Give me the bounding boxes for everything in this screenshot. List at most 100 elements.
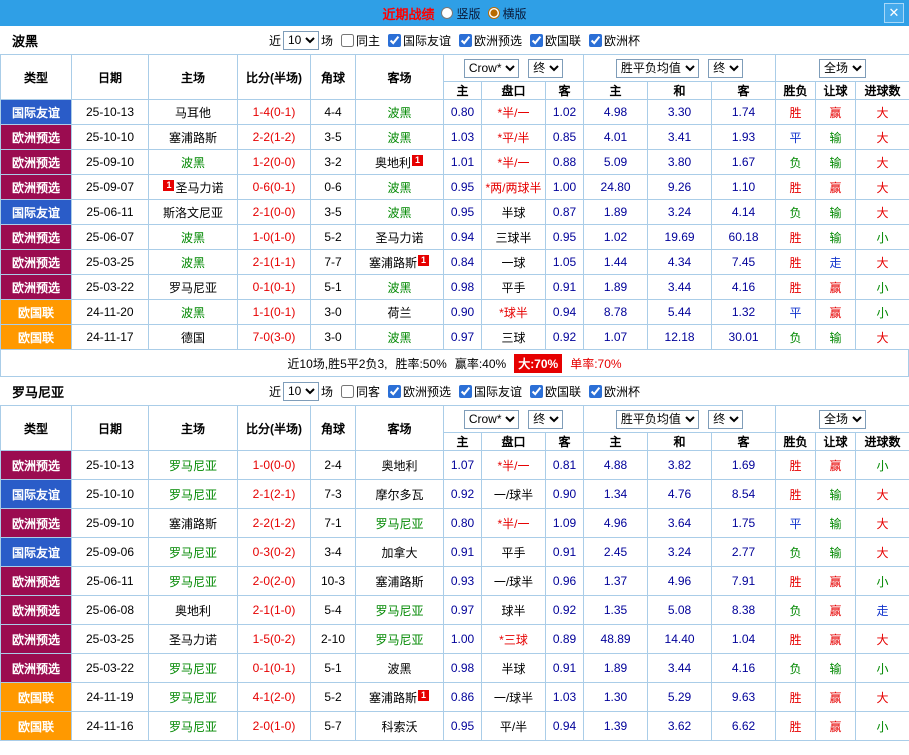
- avg-final-select[interactable]: 终: [708, 410, 743, 429]
- date-cell: 25-06-11: [72, 567, 149, 596]
- score-cell: 0-1(0-1): [238, 654, 311, 683]
- result-cell: 胜: [776, 175, 816, 200]
- comp-filter-3[interactable]: 欧国联: [530, 32, 581, 49]
- match-row: 欧洲预选25-03-25波黑2-1(1-1)7-7塞浦路斯10.84一球1.05…: [1, 250, 909, 275]
- odds-source-select[interactable]: Crow*: [464, 410, 519, 429]
- result-cell: 胜: [776, 625, 816, 654]
- comp-checkbox-2[interactable]: [459, 34, 472, 47]
- comp-filter-1[interactable]: 国际友谊: [388, 32, 451, 49]
- comp-checkbox-4[interactable]: [589, 385, 602, 398]
- handicap-cell: 平手: [482, 538, 546, 567]
- comp-checkbox-3[interactable]: [530, 34, 543, 47]
- team-title: 罗马尼亚: [12, 382, 64, 401]
- avg-away-cell: 6.62: [712, 712, 776, 741]
- fulltime-select[interactable]: 全场: [819, 59, 866, 78]
- handicap-result-cell: 输: [816, 538, 856, 567]
- corner-cell: 3-5: [311, 200, 356, 225]
- avg-draw-cell: 3.30: [648, 100, 712, 125]
- avg-draw-cell: 3.44: [648, 654, 712, 683]
- col-type: 类型: [1, 406, 72, 451]
- vertical-radio[interactable]: [441, 7, 453, 19]
- same-venue-filter[interactable]: 同主: [341, 32, 380, 49]
- home-team-cell: 罗马尼亚: [149, 480, 238, 509]
- close-button[interactable]: ✕: [884, 3, 904, 23]
- match-row: 欧国联24-11-17德国7-0(3-0)3-0波黑0.97三球0.921.07…: [1, 325, 909, 350]
- odds-source-select[interactable]: Crow*: [464, 59, 519, 78]
- goals-result-cell: 小: [856, 451, 909, 480]
- score-cell: 1-1(0-1): [238, 300, 311, 325]
- comp-checkbox-2[interactable]: [459, 385, 472, 398]
- date-cell: 24-11-19: [72, 683, 149, 712]
- away-odds-cell: 1.09: [546, 509, 584, 538]
- horizontal-radio[interactable]: [488, 7, 500, 19]
- avg-home-cell: 2.45: [584, 538, 648, 567]
- avg-odds-select[interactable]: 胜平负均值: [616, 59, 699, 78]
- date-cell: 25-06-11: [72, 200, 149, 225]
- avg-home-cell: 48.89: [584, 625, 648, 654]
- recent-count-select[interactable]: 10: [283, 31, 319, 50]
- home-odds-cell: 1.00: [444, 625, 482, 654]
- score-cell: 0-3(0-2): [238, 538, 311, 567]
- odds-final-select[interactable]: 终: [528, 410, 563, 429]
- competition-type-cell: 国际友谊: [1, 200, 72, 225]
- avg-home-cell: 1.89: [584, 654, 648, 683]
- corner-cell: 7-1: [311, 509, 356, 538]
- same-venue-checkbox[interactable]: [341, 34, 354, 47]
- comp-filter-3[interactable]: 欧国联: [530, 383, 581, 400]
- corner-cell: 3-0: [311, 325, 356, 350]
- away-team-cell: 奥地利: [356, 451, 444, 480]
- away-odds-cell: 0.94: [546, 300, 584, 325]
- corner-cell: 7-3: [311, 480, 356, 509]
- home-odds-cell: 0.86: [444, 683, 482, 712]
- comp-checkbox-3[interactable]: [530, 385, 543, 398]
- comp-filter-4[interactable]: 欧洲杯: [589, 32, 640, 49]
- competition-type-cell: 欧洲预选: [1, 567, 72, 596]
- match-row: 欧洲预选25-03-25圣马力诺1-5(0-2)2-10罗马尼亚1.00*三球0…: [1, 625, 909, 654]
- comp-checkbox-1[interactable]: [388, 34, 401, 47]
- comp-filter-2[interactable]: 欧洲预选: [459, 32, 522, 49]
- team-label: 罗马尼亚: [169, 720, 217, 734]
- col-corner: 角球: [311, 406, 356, 451]
- team-label: 波黑: [387, 206, 411, 220]
- team-label: 塞浦路斯: [369, 691, 417, 705]
- fulltime-select[interactable]: 全场: [819, 410, 866, 429]
- matches-table-bosnia: 类型 日期 主场 比分(半场) 角球 客场 Crow* 终 胜平负均值 终: [0, 54, 909, 350]
- away-team-cell: 塞浦路斯1: [356, 683, 444, 712]
- layout-vertical-option[interactable]: 竖版: [441, 5, 480, 22]
- handicap-cell: 半球: [482, 200, 546, 225]
- team-label: 罗马尼亚: [169, 281, 217, 295]
- home-team-cell: 马耳他: [149, 100, 238, 125]
- avg-draw-cell: 3.80: [648, 150, 712, 175]
- handicap-result-cell: 赢: [816, 300, 856, 325]
- goals-result-cell: 走: [856, 596, 909, 625]
- away-team-cell: 波黑: [356, 275, 444, 300]
- home-team-cell: 斯洛文尼亚: [149, 200, 238, 225]
- match-row: 国际友谊25-06-11斯洛文尼亚2-1(0-0)3-5波黑0.95半球0.87…: [1, 200, 909, 225]
- avg-odds-select[interactable]: 胜平负均值: [616, 410, 699, 429]
- comp-checkbox-4[interactable]: [589, 34, 602, 47]
- comp-checkbox-1[interactable]: [388, 385, 401, 398]
- comp-filter-4[interactable]: 欧洲杯: [589, 383, 640, 400]
- recent-count-select[interactable]: 10: [283, 382, 319, 401]
- avg-final-select[interactable]: 终: [708, 59, 743, 78]
- avg-home-cell: 1.39: [584, 712, 648, 741]
- away-odds-cell: 1.00: [546, 175, 584, 200]
- comp-filter-2[interactable]: 国际友谊: [459, 383, 522, 400]
- date-cell: 25-03-22: [72, 275, 149, 300]
- summary-single-rate: 单率:70%: [570, 355, 621, 372]
- comp-filter-1[interactable]: 欧洲预选: [388, 383, 451, 400]
- fulltime-group-header: 全场: [776, 406, 909, 433]
- col-date: 日期: [72, 406, 149, 451]
- result-cell: 负: [776, 654, 816, 683]
- section-romania: 罗马尼亚 近 10 场 同客 欧洲预选 国际友谊 欧国联: [0, 377, 909, 741]
- same-venue-checkbox[interactable]: [341, 385, 354, 398]
- score-cell: 4-1(2-0): [238, 683, 311, 712]
- odds-final-select[interactable]: 终: [528, 59, 563, 78]
- handicap-cell: *半/一: [482, 451, 546, 480]
- same-venue-filter[interactable]: 同客: [341, 383, 380, 400]
- layout-horizontal-option[interactable]: 横版: [488, 5, 527, 22]
- team-label: 德国: [181, 331, 205, 345]
- team-label: 圣马力诺: [169, 633, 217, 647]
- subcol-result: 胜负: [776, 433, 816, 451]
- team-label: 奥地利: [175, 604, 211, 618]
